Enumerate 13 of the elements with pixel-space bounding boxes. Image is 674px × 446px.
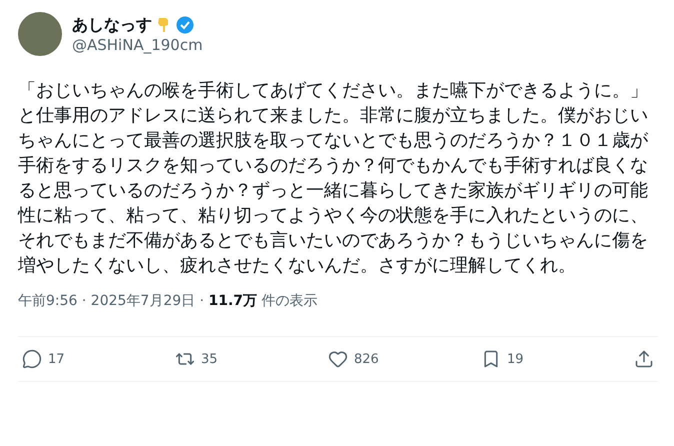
- avatar[interactable]: [18, 12, 62, 56]
- like-button[interactable]: 826: [328, 349, 448, 369]
- post-text: 「おじいちゃんの喉を手術してあげてください。また嚥下ができるように。」と仕事用のアドレスに送られて来ました。非常に腹が立ちました。僕がおじいちゃんにとって最善の選択肢を取ってないとでも思うのだろうか？１０１歳が手術をするリスクを知っているのだろうか？何でもかんでも手術すれば良くなると思っているのだろうか？ずっと一緒に暮らしてきた家族がギリギリの可能性に粘って、粘って、粘り切ってようやく今の状態を手に入れたというのに、それでもまだ不備があるとでも言いたいのであろうか？もうじいちゃんに傷を増やしたくないし、疲れさせたくないんだ。さすがに理解してくれ。: [18, 79, 650, 278]
- post-metadata: 午前9:56 · 2025年7月29日 · 11.7万 件の表示: [18, 292, 318, 310]
- share-button[interactable]: [634, 349, 654, 369]
- heart-icon: [328, 349, 348, 369]
- display-name: あしなっす: [72, 14, 152, 36]
- repost-button[interactable]: 35: [175, 349, 295, 369]
- speech-bubble-icon: [22, 349, 42, 369]
- user-handle: @ASHiNA_190cm: [72, 36, 203, 54]
- reply-button[interactable]: 17: [22, 349, 142, 369]
- share-icon: [634, 349, 654, 369]
- bookmark-button[interactable]: 19: [481, 349, 601, 369]
